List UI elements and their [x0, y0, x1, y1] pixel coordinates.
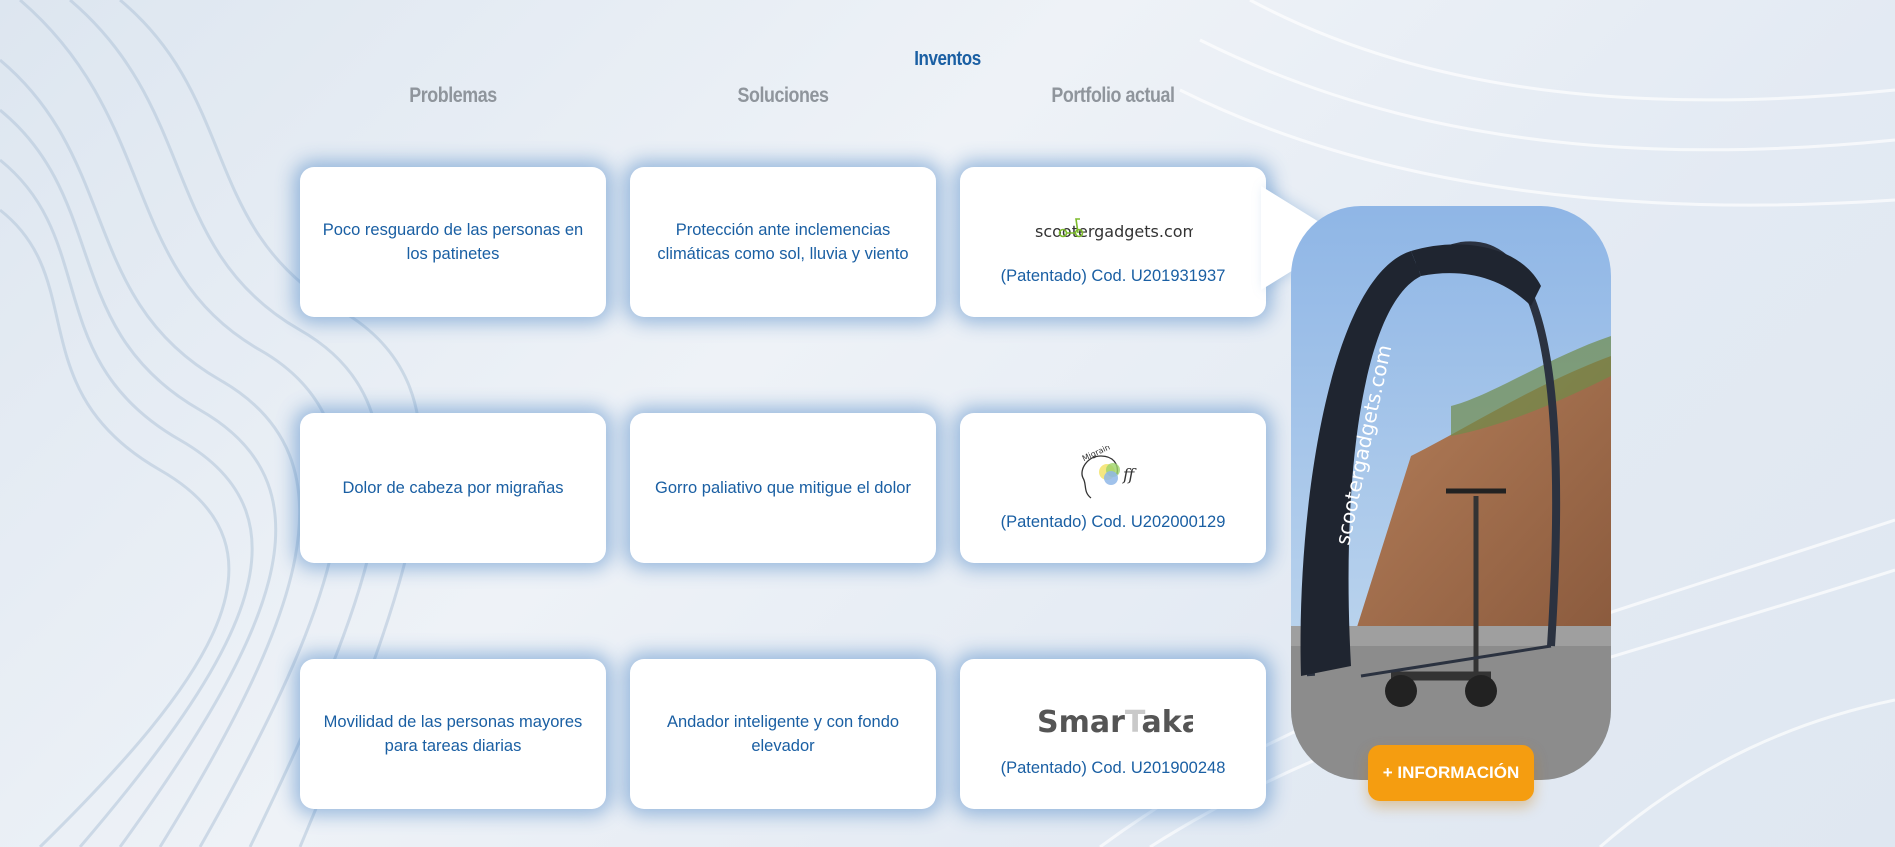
problem-text: Movilidad de las personas mayores para t… [323, 713, 583, 755]
svg-text:scootergadgets.com: scootergadgets.com [1035, 222, 1193, 241]
solution-card: Andador inteligente y con fondo elevador [630, 659, 936, 809]
scootergadgets-logo: scootergadgets.com [1033, 199, 1193, 261]
solution-card: Gorro paliativo que mitigue el dolor [630, 413, 936, 563]
patent-code: (Patentado) Cod. U202000129 [1000, 512, 1226, 531]
solution-text: Protección ante inclemencias climáticas … [657, 221, 909, 263]
column-header-portfolio: Portfolio actual [1051, 84, 1175, 107]
problem-card: Poco resguardo de las personas en los pa… [300, 167, 606, 317]
more-info-button[interactable]: + INFORMACIÓN [1368, 745, 1534, 801]
svg-text:SmarTaka: SmarTaka [1037, 705, 1193, 740]
solution-text: Gorro paliativo que mitigue el dolor [655, 479, 911, 497]
migrainoff-logo: Migrain ff [1073, 445, 1153, 507]
patent-code: (Patentado) Cod. U201931937 [1000, 266, 1226, 285]
page-title: Inventos [914, 48, 981, 70]
problem-card: Dolor de cabeza por migrañas [300, 413, 606, 563]
solution-card: Protección ante inclemencias climáticas … [630, 167, 936, 317]
svg-text:Migrain: Migrain [1081, 446, 1112, 463]
patent-code: (Patentado) Cod. U201900248 [1000, 758, 1226, 777]
problem-card: Movilidad de las personas mayores para t… [300, 659, 606, 809]
smartaka-logo: SmarTaka [1033, 691, 1193, 753]
svg-text:ff: ff [1122, 465, 1137, 484]
product-photo: scootergadgets.com [1291, 206, 1611, 780]
portfolio-card[interactable]: SmarTaka (Patentado) Cod. U201900248 [960, 659, 1266, 809]
solution-text: Andador inteligente y con fondo elevador [666, 713, 900, 755]
problem-text: Poco resguardo de las personas en los pa… [322, 221, 584, 263]
portfolio-card[interactable]: scootergadgets.com (Patentado) Cod. U201… [960, 167, 1266, 317]
portfolio-card[interactable]: Migrain ff (Patentado) Cod. U202000129 [960, 413, 1266, 563]
column-header-problems: Problemas [409, 84, 497, 107]
column-header-solutions: Soluciones [737, 84, 829, 107]
problem-text: Dolor de cabeza por migrañas [342, 479, 564, 497]
